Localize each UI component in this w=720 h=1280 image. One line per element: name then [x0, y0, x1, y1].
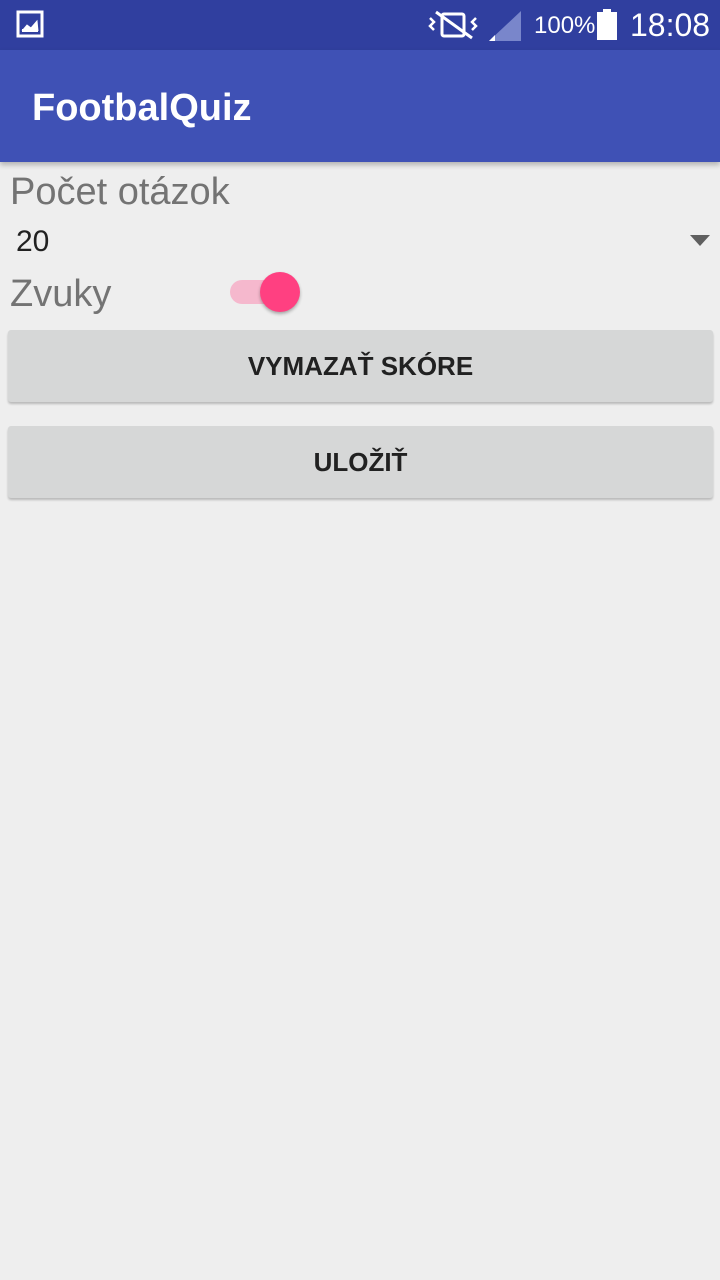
app-title: FootbalQuiz: [32, 87, 252, 129]
question-count-value: 20: [16, 225, 50, 258]
clock: 18:08: [630, 7, 711, 43]
dropdown-arrow-icon: [690, 234, 710, 252]
question-count-label: Počet otázok: [10, 171, 230, 213]
question-count-spinner[interactable]: 20: [0, 218, 720, 266]
clear-score-button[interactable]: VYMAZAŤ SKÓRE: [8, 330, 713, 402]
battery-icon: [596, 9, 618, 46]
battery-percent: 100%: [534, 12, 596, 39]
status-bar: 100% 18:08: [0, 0, 720, 50]
gallery-icon: [16, 10, 44, 43]
save-button[interactable]: ULOŽIŤ: [8, 426, 713, 498]
vibrate-icon: [428, 10, 478, 45]
toggle-thumb: [260, 272, 300, 312]
sounds-toggle[interactable]: [230, 268, 304, 316]
signal-icon: [487, 10, 523, 47]
sounds-label: Zvuky: [10, 273, 112, 315]
app-bar: FootbalQuiz: [0, 50, 720, 162]
